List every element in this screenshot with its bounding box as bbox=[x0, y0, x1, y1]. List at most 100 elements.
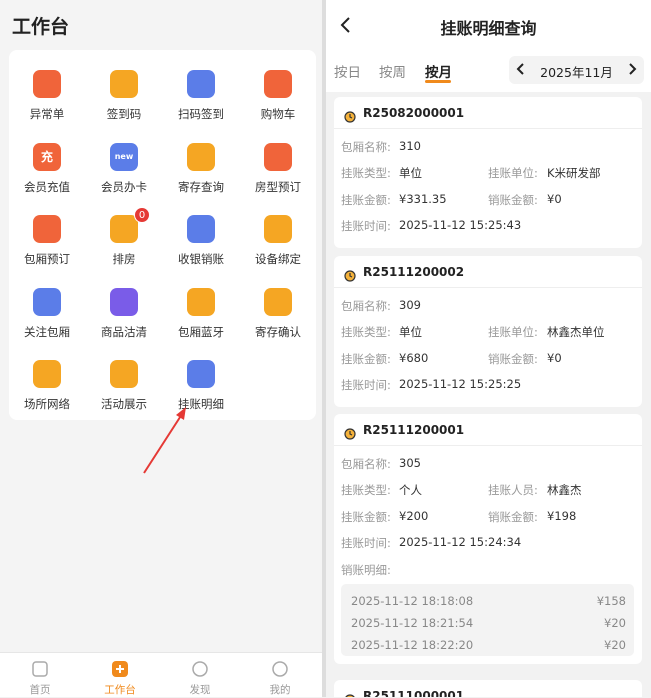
field-row: 包厢名称: 309 bbox=[334, 298, 642, 316]
feature-tile[interactable]: new 会员办卡 bbox=[86, 123, 162, 194]
tab-by-day[interactable]: 按日 bbox=[334, 61, 361, 81]
credit-time: 2025-11-12 15:25:43 bbox=[399, 218, 522, 232]
alarm-clock-icon bbox=[33, 70, 61, 98]
feature-tile-label: 购物车 bbox=[260, 107, 296, 121]
profile-icon bbox=[270, 659, 290, 679]
clock-icon bbox=[344, 267, 356, 282]
cloche-icon bbox=[110, 287, 138, 316]
wine-check-icon bbox=[264, 287, 292, 316]
page-title: 工作台 bbox=[12, 16, 70, 38]
star-house-icon bbox=[33, 287, 61, 316]
field-row: 挂账时间: 2025-11-12 15:25:43 bbox=[334, 218, 642, 236]
tab-label: 首页 bbox=[29, 684, 51, 696]
settlement-details: 2025-11-12 18:18:08 ¥158 2025-11-12 18:21:… bbox=[341, 584, 634, 656]
feature-tile-label: 异常单 bbox=[29, 107, 65, 121]
feature-tile[interactable]: 活动展示 bbox=[86, 340, 162, 411]
feature-tile[interactable]: 商品沽清 bbox=[86, 268, 162, 339]
room-name: 305 bbox=[399, 456, 421, 470]
field-key: 挂账金额: bbox=[341, 510, 391, 524]
field-key: 挂账时间: bbox=[341, 378, 391, 392]
paid-amount: ¥0 bbox=[547, 192, 562, 206]
record-number: R25111200002 bbox=[363, 265, 465, 279]
field-key: 销账明细: bbox=[341, 563, 391, 577]
field-key: 挂账时间: bbox=[341, 219, 391, 233]
sofa-icon bbox=[33, 215, 61, 243]
month-picker: 2025年11月 bbox=[509, 56, 644, 84]
clock-icon bbox=[344, 425, 356, 440]
clock-icon bbox=[344, 108, 356, 123]
tab-by-week[interactable]: 按周 bbox=[379, 61, 406, 81]
feature-tile-label: 设备绑定 bbox=[255, 252, 301, 266]
qr-grid-icon bbox=[110, 70, 138, 98]
settlement-time: 2025-11-12 18:21:54 bbox=[351, 616, 474, 630]
field-row: 包厢名称: 305 bbox=[334, 456, 642, 474]
feature-tile[interactable]: 包厢预订 bbox=[9, 195, 85, 266]
month-label[interactable]: 2025年11月 bbox=[531, 62, 622, 81]
feature-tile[interactable]: 签到码 bbox=[86, 50, 162, 121]
tab-label: 发现 bbox=[189, 684, 211, 696]
chevron-left-icon[interactable] bbox=[513, 60, 529, 82]
feature-tile[interactable]: 异常单 bbox=[9, 50, 85, 121]
feature-tile[interactable]: 收银销账 bbox=[163, 195, 239, 266]
settlement-row: 2025-11-12 18:22:20 ¥20 bbox=[341, 638, 634, 654]
field-row: 挂账金额: ¥680 销账金额: ¥0 bbox=[334, 351, 642, 369]
wifi-icon bbox=[33, 360, 61, 388]
field-row: 挂账类型: 单位 挂账单位: K米研发部 bbox=[334, 165, 642, 183]
record-header: R25111000001 bbox=[334, 680, 642, 697]
field-row: 包厢名称: 310 bbox=[334, 139, 642, 157]
calendar-icon bbox=[110, 215, 138, 243]
feature-tile-label: 场所网络 bbox=[24, 397, 70, 411]
settlement-row: 2025-11-12 18:18:08 ¥158 bbox=[341, 594, 634, 610]
feature-tile-label: 商品沽清 bbox=[101, 324, 147, 339]
feature-tile[interactable]: 充会员充值 bbox=[9, 123, 85, 194]
new-card-icon: new bbox=[110, 142, 138, 171]
record-header: R25111200001 bbox=[334, 414, 642, 446]
icon-glyph: 充 bbox=[40, 149, 53, 164]
house-clock-icon bbox=[264, 142, 292, 171]
feature-tile[interactable]: 寄存查询 bbox=[163, 123, 239, 194]
feature-tile[interactable]: 寄存确认 bbox=[240, 268, 316, 339]
settlement-amount: ¥20 bbox=[604, 638, 626, 652]
field-key: 包厢名称: bbox=[341, 457, 391, 471]
credit-detail-panel: 挂账明细查询 按日 按周 按月 2025年11月 R25082000001 包厢名… bbox=[326, 0, 651, 697]
settlement-row: 2025-11-12 18:21:54 ¥20 bbox=[341, 616, 634, 632]
period-tabs: 按日 按周 按月 2025年11月 bbox=[326, 50, 651, 92]
feature-tile-label: 包厢预订 bbox=[24, 252, 70, 266]
bottom-tab-bar: 首页 工作台 发现 我的 bbox=[0, 652, 322, 697]
ticket-search-icon bbox=[187, 360, 215, 388]
feature-tile[interactable]: 关注包厢 bbox=[9, 268, 85, 339]
field-key: 挂账类型: bbox=[341, 325, 391, 339]
credit-record-card[interactable]: R25111200001 包厢名称: 305 挂账类型: 个人 挂账人员: 林鑫杰 挂账金额:… bbox=[334, 414, 642, 664]
feature-tile-label: 扫码签到 bbox=[178, 107, 224, 121]
settlement-amount: ¥20 bbox=[604, 616, 626, 630]
credit-type: 个人 bbox=[399, 483, 422, 497]
feature-tile[interactable]: 挂账明细 bbox=[163, 340, 239, 411]
bluetooth-icon bbox=[187, 287, 215, 316]
feature-tile[interactable]: 扫码签到 bbox=[163, 50, 239, 121]
tab-mine[interactable]: 我的 bbox=[240, 653, 320, 698]
tab-discover[interactable]: 发现 bbox=[160, 653, 240, 698]
feature-tile[interactable]: 0 排房 bbox=[86, 195, 162, 266]
feature-tile[interactable]: 购物车 bbox=[240, 50, 316, 121]
tab-home[interactable]: 首页 bbox=[0, 653, 80, 698]
chevron-right-icon[interactable] bbox=[624, 60, 640, 82]
credit-amount: ¥200 bbox=[399, 509, 429, 523]
feature-tile-label: 寄存查询 bbox=[178, 179, 224, 194]
credit-party: 林鑫杰单位 bbox=[547, 325, 605, 339]
credit-record-card[interactable]: R25082000001 包厢名称: 310 挂账类型: 单位 挂账单位: K米研发部 挂账金… bbox=[334, 97, 642, 248]
feature-tile[interactable]: 房型预订 bbox=[240, 123, 316, 194]
record-header: R25082000001 bbox=[334, 97, 642, 129]
settlement-time: 2025-11-12 18:22:20 bbox=[351, 638, 474, 652]
feature-tile-label: 排房 bbox=[112, 252, 136, 266]
credit-record-card[interactable]: R25111000001 bbox=[334, 680, 642, 697]
feature-tile[interactable]: 包厢蓝牙 bbox=[163, 268, 239, 339]
tab-by-month[interactable]: 按月 bbox=[425, 61, 452, 81]
feature-tile[interactable]: 设备绑定 bbox=[240, 195, 316, 266]
credit-type: 单位 bbox=[399, 325, 422, 339]
feature-tile-label: 寄存确认 bbox=[255, 324, 301, 339]
credit-record-card[interactable]: R25111200002 包厢名称: 309 挂账类型: 单位 挂账单位: 林鑫杰单位 挂账金… bbox=[334, 256, 642, 407]
tab-workbench[interactable]: 工作台 bbox=[80, 653, 160, 698]
feature-tile[interactable]: 场所网络 bbox=[9, 340, 85, 411]
field-row: 挂账金额: ¥200 销账金额: ¥198 bbox=[334, 509, 642, 527]
record-number: R25111000001 bbox=[363, 689, 465, 697]
